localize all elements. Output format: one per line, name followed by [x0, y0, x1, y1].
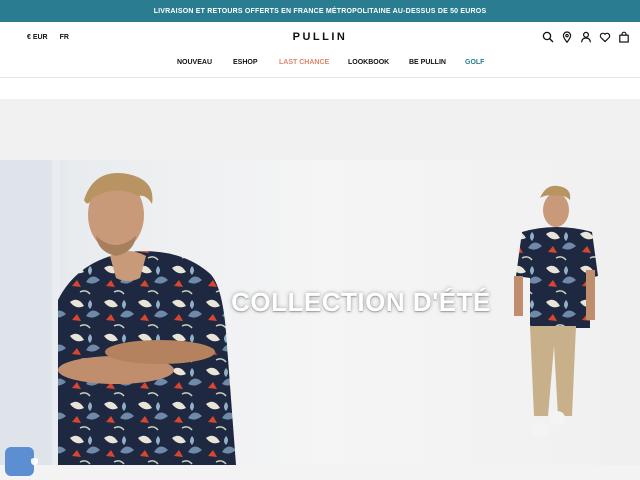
nav-item-golf[interactable]: GOLF	[465, 59, 484, 66]
nav-item-be-pullin[interactable]: BE PULLIN	[409, 59, 446, 66]
shield-icon	[31, 457, 38, 466]
trust-badge[interactable]	[30, 457, 39, 466]
hero-title: COLLECTION D'ÉTÉ	[231, 287, 491, 317]
site-header: € EUR FR PULLIN NOUVEAU ESHOP LAST CHANC…	[0, 22, 640, 78]
nav-item-lookbook[interactable]: LOOKBOOK	[348, 59, 389, 66]
gray-band	[0, 99, 640, 160]
header-icons	[542, 31, 630, 43]
promo-banner: LIVRAISON ET RETOURS OFFERTS EN FRANCE M…	[0, 0, 640, 22]
hero-banner[interactable]: COLLECTION D'ÉTÉ	[0, 160, 640, 465]
nav-item-eshop[interactable]: ESHOP	[233, 59, 258, 66]
search-icon[interactable]	[542, 31, 554, 43]
location-pin-icon[interactable]	[561, 31, 573, 43]
account-icon[interactable]	[580, 31, 592, 43]
promo-text: LIVRAISON ET RETOURS OFFERTS EN FRANCE M…	[153, 7, 487, 15]
nav-item-last-chance[interactable]: LAST CHANCE	[279, 59, 329, 66]
heart-icon[interactable]	[599, 31, 611, 43]
nav-item-nouveau[interactable]: NOUVEAU	[177, 59, 212, 66]
shopping-bag-icon[interactable]	[618, 31, 630, 43]
bottom-band	[0, 465, 640, 480]
